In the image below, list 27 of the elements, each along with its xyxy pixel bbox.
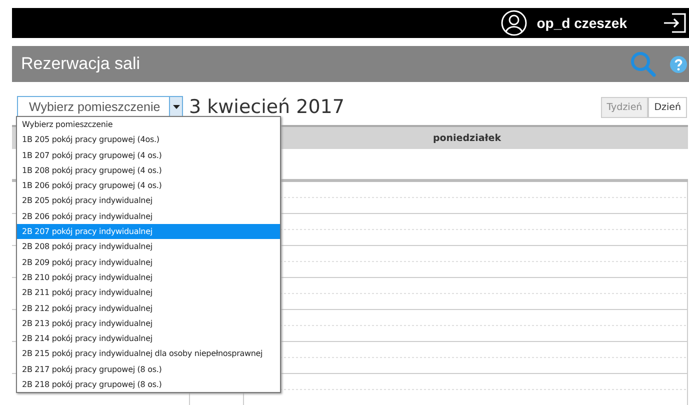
caret-icon <box>172 105 180 109</box>
user-icon[interactable] <box>500 10 527 36</box>
dropdown-option[interactable]: Wybierz pomieszczenie <box>17 117 280 132</box>
logout-icon[interactable] <box>663 12 687 34</box>
page-title: Rezerwacja sali <box>21 54 142 74</box>
dropdown-option[interactable]: 2B 211 pokój pracy indywidualnej <box>17 285 280 301</box>
dropdown-option[interactable]: 2B 210 pokój pracy indywidualnej <box>17 270 280 286</box>
dropdown-option[interactable]: 2B 215 pokój pracy indywidualnej dla osoby niepełnosprawnej <box>17 346 280 362</box>
dropdown-option[interactable]: 2B 214 pokój pracy indywidualnej <box>17 331 280 346</box>
dropdown-option[interactable]: 1B 208 pokój pracy grupowej (4 os.) <box>17 162 280 178</box>
view-tab[interactable]: Dzień <box>648 96 687 118</box>
dropdown-option[interactable]: 2B 213 pokój pracy indywidualnej <box>17 316 280 332</box>
help-icon[interactable] <box>670 56 687 72</box>
dropdown-option[interactable]: 2B 206 pokój pracy indywidualnej <box>17 208 280 224</box>
dropdown-option[interactable]: 2B 212 pokój pracy indywidualnej <box>17 300 280 316</box>
dropdown-option[interactable]: 2B 209 pokój pracy indywidualnej <box>17 254 280 270</box>
dropdown-option[interactable]: 2B 205 pokój pracy indywidualnej <box>17 193 280 209</box>
date-title: 3 kwiecień 2017 <box>189 96 346 118</box>
dropdown-option[interactable]: 2B 218 pokój pracy grupowej (8 os.) <box>17 377 280 392</box>
user-name: op_d czeszek <box>536 15 627 31</box>
dropdown-option[interactable]: 1B 205 pokój pracy grupowej (4os.) <box>17 132 280 148</box>
day-header: poniedziałek <box>432 132 502 146</box>
dropdown-option[interactable]: 2B 208 pokój pracy indywidualnej <box>17 239 280 255</box>
search-icon[interactable] <box>630 51 656 77</box>
dropdown-option[interactable]: 1B 206 pokój pracy grupowej (4 os.) <box>17 178 280 194</box>
dropdown-option[interactable]: 2B 217 pokój pracy grupowej (8 os.) <box>17 362 280 378</box>
dropdown-option[interactable]: 1B 207 pokój pracy grupowej (4 os.) <box>17 148 280 163</box>
